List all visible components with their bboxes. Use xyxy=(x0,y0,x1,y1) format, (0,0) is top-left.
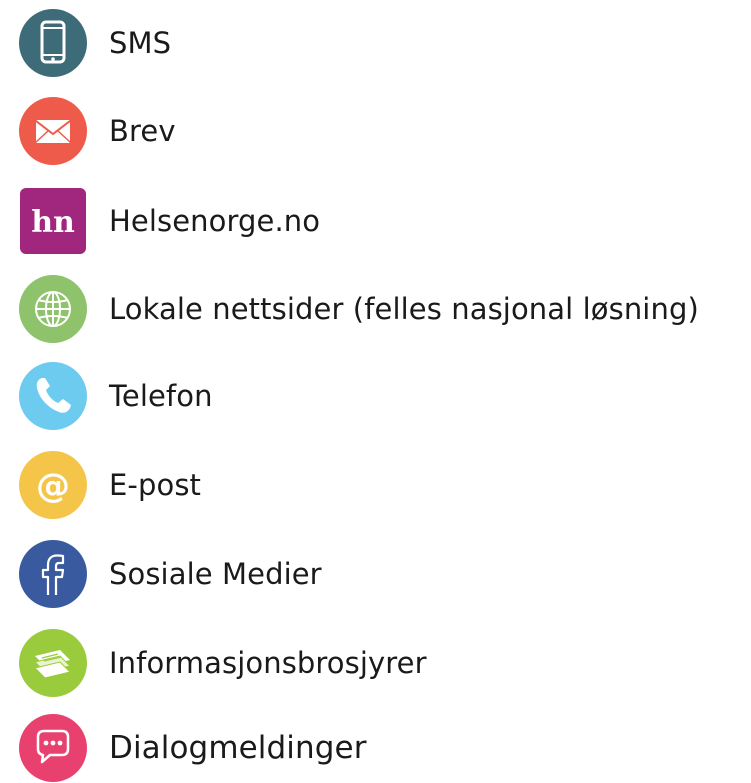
channel-label: Telefon xyxy=(109,378,213,413)
list-item-informasjonsbrosjyrer: Informasjonsbrosjyrer xyxy=(18,628,427,698)
list-item-sosiale-medier: Sosiale Medier xyxy=(18,539,322,609)
channel-label: SMS xyxy=(109,25,172,60)
list-item-telefon: Telefon xyxy=(18,361,213,431)
facebook-icon xyxy=(18,539,88,609)
channel-label: Brev xyxy=(109,113,176,148)
at-sign-icon: @ xyxy=(18,450,88,520)
list-item-lokale-nettsider: Lokale nettsider (felles nasjonal løsnin… xyxy=(18,274,699,344)
helsenorge-logo-icon: hn xyxy=(18,186,88,256)
list-item-e-post: @ E-post xyxy=(18,450,201,520)
helsenorge-logo-text: hn xyxy=(31,205,75,240)
telephone-icon xyxy=(18,361,88,431)
channel-label: Dialogmeldinger xyxy=(109,729,367,766)
channel-label: Helsenorge.no xyxy=(109,203,321,238)
envelope-icon xyxy=(18,96,88,166)
chat-bubble-icon xyxy=(18,713,88,783)
list-item-brev: Brev xyxy=(18,96,176,166)
channel-label: Lokale nettsider (felles nasjonal løsnin… xyxy=(109,291,699,326)
list-item-helsenorge: hn Helsenorge.no xyxy=(18,186,320,256)
at-sign-glyph: @ xyxy=(36,466,70,506)
channel-label: E-post xyxy=(109,467,202,502)
channel-label: Sosiale Medier xyxy=(109,556,322,591)
brochures-icon xyxy=(18,628,88,698)
globe-icon xyxy=(18,274,88,344)
channel-label: Informasjonsbrosjyrer xyxy=(109,645,427,680)
list-item-dialogmeldinger: Dialogmeldinger xyxy=(18,713,367,783)
list-item-sms: SMS xyxy=(18,8,171,78)
mobile-phone-icon xyxy=(18,8,88,78)
